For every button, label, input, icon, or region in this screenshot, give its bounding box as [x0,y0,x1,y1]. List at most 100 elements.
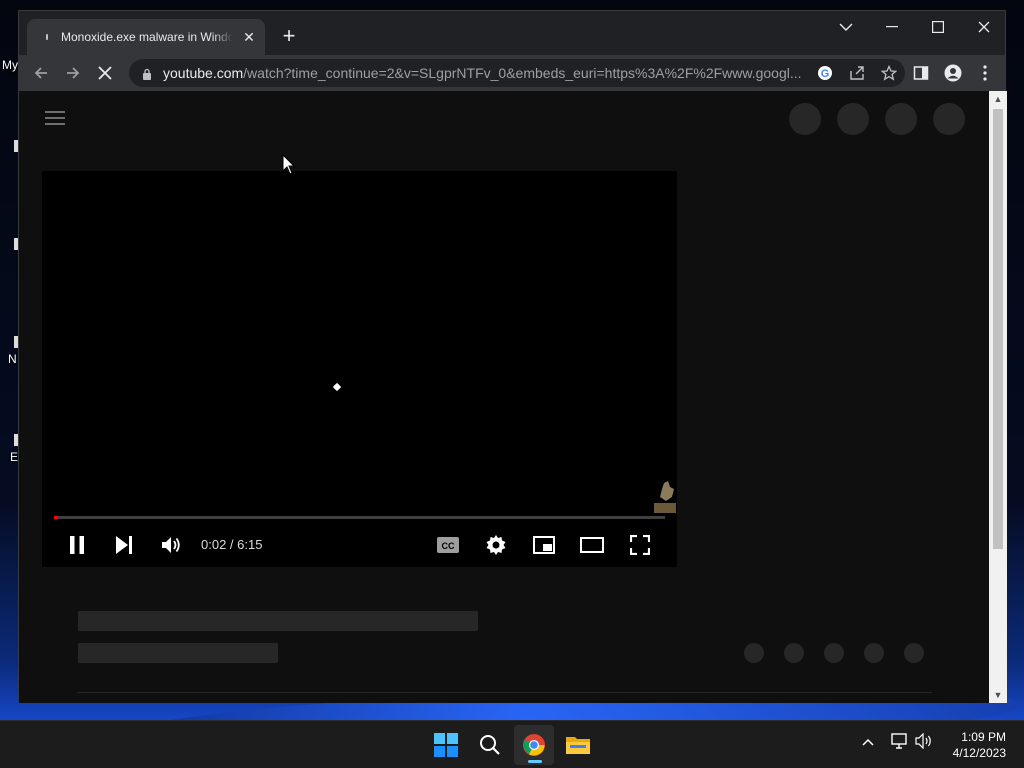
header-placeholder [933,103,965,135]
stop-loading-button[interactable] [91,59,119,87]
side-panel-button[interactable] [905,59,937,87]
forward-arrow-icon [67,67,80,79]
maximize-button[interactable] [915,11,961,43]
profile-button[interactable] [937,59,969,87]
header-placeholder [789,103,821,135]
pause-button[interactable] [57,523,97,567]
action-placeholder [864,643,884,663]
volume-icon [162,537,180,553]
side-panel-icon [913,66,929,80]
guide-menu-icon[interactable] [45,111,65,127]
tab-close-icon[interactable]: ✕ [241,29,257,46]
close-icon [978,21,990,33]
tab-search-button[interactable] [823,11,869,43]
progress-bar[interactable] [54,516,665,519]
url-path: /watch?time_continue=2&v=SLgprNTFv_0&emb… [243,65,802,81]
minimize-button[interactable] [869,11,915,43]
share-button[interactable] [841,59,873,87]
theater-icon [580,537,604,553]
header-placeholder [837,103,869,135]
skip-next-icon [116,536,132,554]
start-button[interactable] [426,725,466,765]
current-time: 0:02 [201,537,227,552]
settings-button[interactable] [476,523,516,567]
search-button[interactable] [470,725,510,765]
start-icon [434,733,458,757]
pause-icon [70,536,84,554]
loading-icon [39,29,55,45]
new-tab-button[interactable]: + [277,25,301,49]
network-icon [891,733,907,749]
bookmark-button[interactable] [873,59,905,87]
channel-watermark-icon[interactable] [654,479,676,515]
fullscreen-button[interactable] [620,523,660,567]
clock[interactable]: 1:09 PM 4/12/2023 [953,729,1006,761]
action-placeholder [784,643,804,663]
mute-button[interactable] [151,523,191,567]
progress-bar-played [54,516,58,519]
cc-icon: CC [437,537,459,553]
chrome-menu-button[interactable] [969,59,1001,87]
action-placeholder [824,643,844,663]
profile-icon [944,64,962,82]
url-text[interactable]: youtube.com/watch?time_continue=2&v=SLgp… [163,65,803,81]
svg-text:G: G [821,68,830,80]
lock-icon[interactable] [141,67,153,80]
duration: 6:15 [237,537,263,552]
time-separator: / [226,537,238,552]
svg-text:CC: CC [442,541,455,551]
theater-mode-button[interactable] [572,523,612,567]
close-window-button[interactable] [961,11,1007,43]
chrome-taskbar-button[interactable] [514,725,554,765]
mouse-cursor-icon [282,154,296,175]
back-button[interactable] [27,59,55,87]
fullscreen-icon [630,535,650,555]
google-lens-button[interactable]: G [809,59,841,87]
scroll-thumb[interactable] [993,109,1003,549]
video-player[interactable]: 0:02 / 6:15 CC [42,171,677,567]
chrome-icon [523,734,545,756]
player-controls: 0:02 / 6:15 CC [42,523,677,567]
desktop-icon-label[interactable]: E [10,450,18,464]
tab-active[interactable]: Monoxide.exe malware in Windows ✕ [27,19,265,55]
subtitles-button[interactable]: CC [428,523,468,567]
url-host: youtube.com [163,65,244,81]
desktop-icon-label[interactable]: My [2,58,18,72]
chevron-up-icon [862,738,874,746]
miniplayer-button[interactable] [524,523,564,567]
stop-icon [98,66,112,80]
page-content: 0:02 / 6:15 CC [19,91,989,703]
loading-spinner [332,382,342,392]
minimize-icon [886,26,898,28]
google-icon: G [818,66,832,80]
header-placeholder [885,103,917,135]
tab-title: Monoxide.exe malware in Windows [61,30,233,44]
chevron-down-icon [839,23,853,31]
clock-time: 1:09 PM [961,730,1006,744]
back-arrow-icon [34,67,47,79]
star-icon [881,65,897,81]
scrollbar[interactable]: ▲ ▼ [989,91,1007,703]
file-explorer-icon [566,737,590,754]
scroll-up-icon[interactable]: ▲ [989,91,1007,107]
scroll-down-icon[interactable]: ▼ [989,687,1007,703]
clock-date: 4/12/2023 [952,746,1006,760]
file-explorer-button[interactable] [558,725,598,765]
network-button[interactable] [888,733,912,752]
time-display: 0:02 / 6:15 [201,523,262,567]
show-hidden-icons-button[interactable] [856,733,880,749]
tab-strip: Monoxide.exe malware in Windows ✕ + [19,11,1005,55]
next-button[interactable] [104,523,144,567]
action-placeholder [744,643,764,663]
forward-button[interactable] [59,59,87,87]
taskbar: 1:09 PM 4/12/2023 [0,720,1024,768]
divider [77,692,932,693]
desktop-icon-label[interactable]: N [8,352,17,366]
active-indicator [528,760,542,763]
title-placeholder [78,611,478,631]
subtitle-placeholder [78,643,278,663]
volume-tray-button[interactable] [912,732,936,752]
address-bar[interactable]: youtube.com/watch?time_continue=2&v=SLgp… [129,59,905,87]
gear-icon [486,535,506,555]
share-icon [850,66,864,80]
